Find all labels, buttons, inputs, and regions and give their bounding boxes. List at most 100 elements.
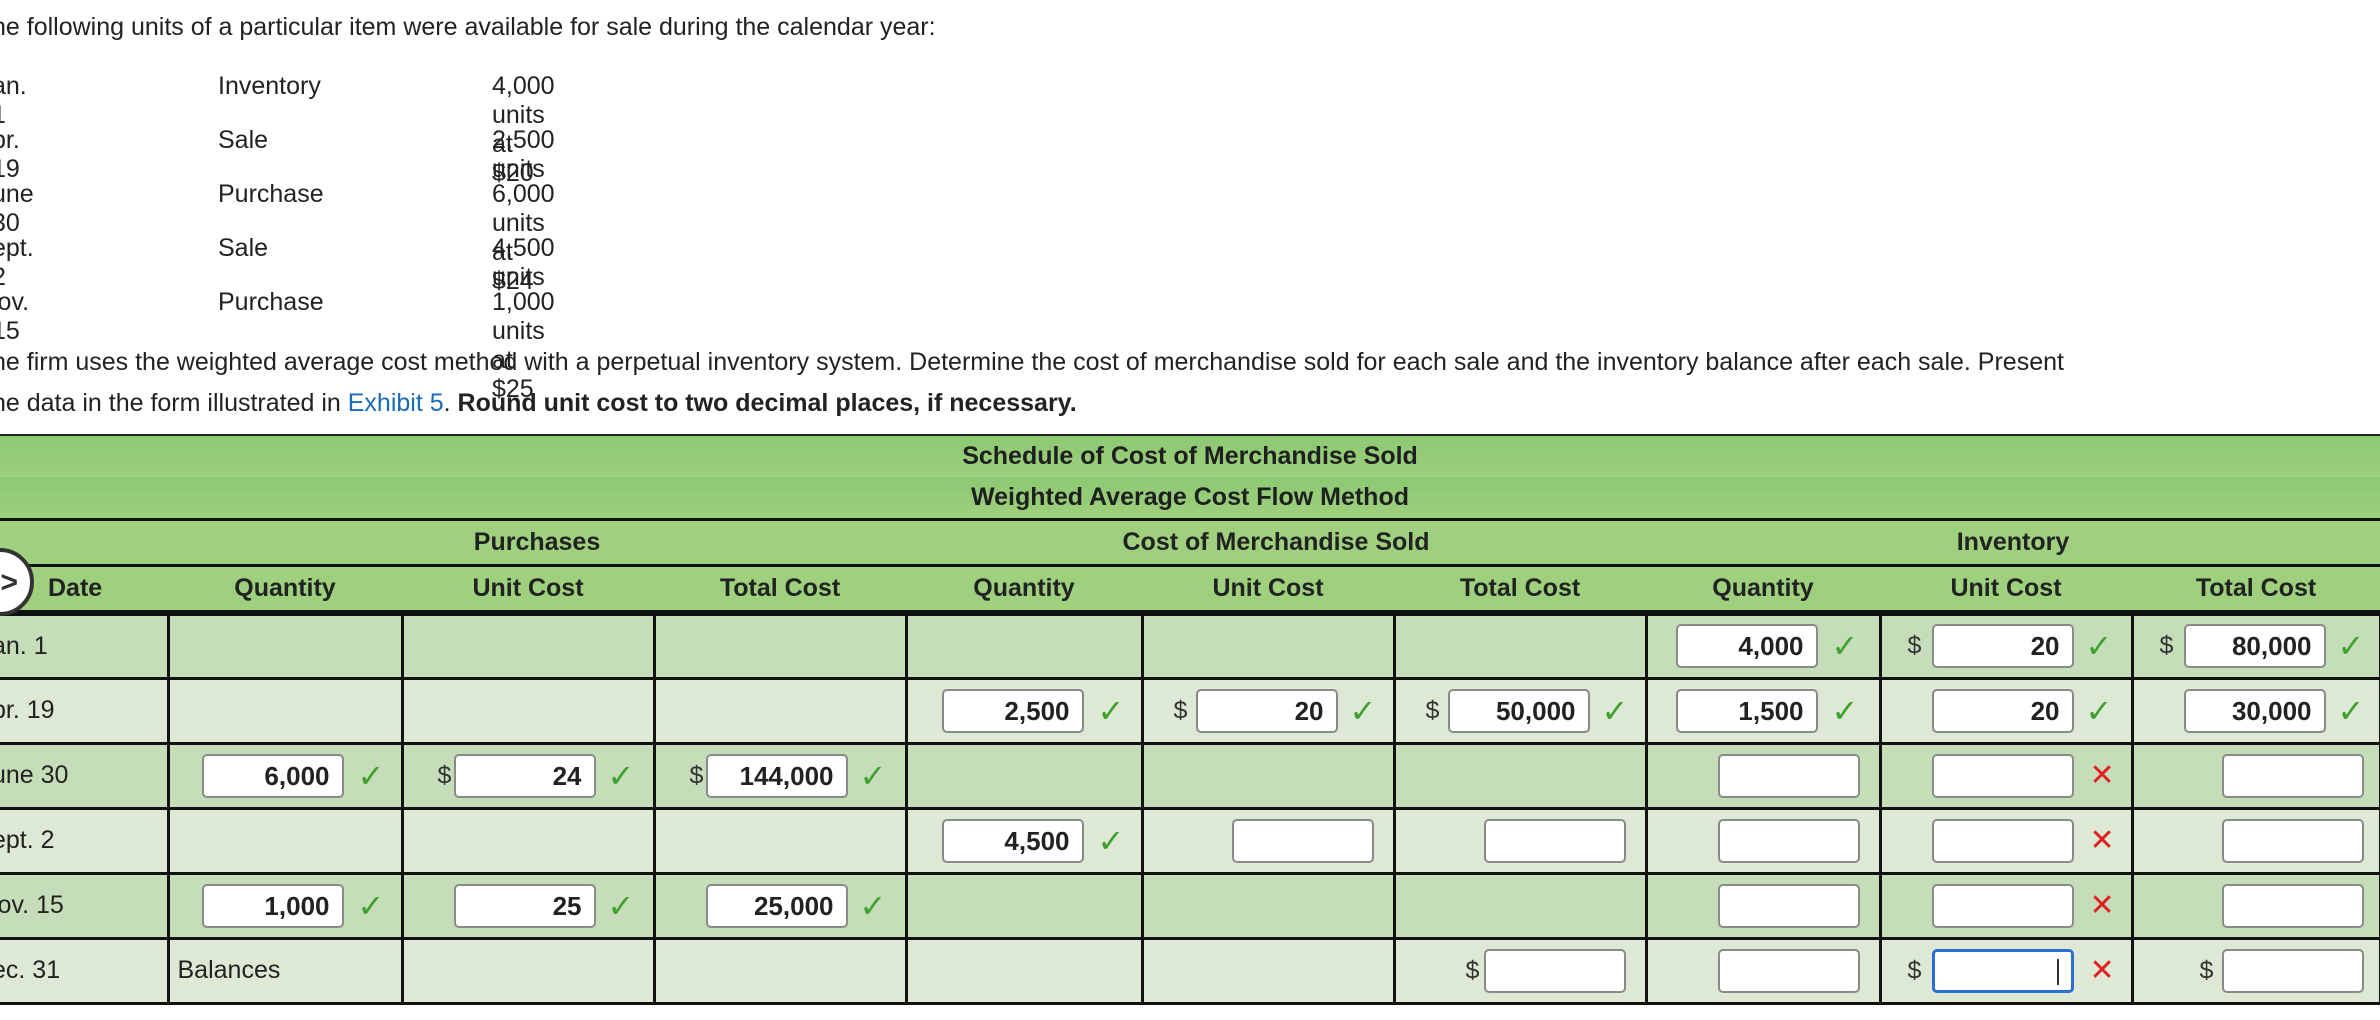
instructions-line2: he data in the form illustrated in Exhib… xyxy=(0,383,2292,424)
cogs-quantity-input[interactable]: 2,500 xyxy=(941,688,1084,733)
table-row: an. 1 4,000 ✓ $ 20 ✓ $ 80,000 ✓ xyxy=(0,613,2380,680)
instructions-line1: he firm uses the weighted average cost m… xyxy=(0,348,2064,376)
x-icon: ✕ xyxy=(2089,823,2115,857)
inventory-total-cost-input[interactable] xyxy=(2221,883,2364,928)
purchases-total-cost-input[interactable]: 25,000 xyxy=(705,883,848,928)
col-cogs-quantity: Quantity xyxy=(906,565,1142,616)
cogs-total-cost-input[interactable]: 50,000 xyxy=(1447,688,1590,733)
cogs-unit-cost-input[interactable]: 20 xyxy=(1195,688,1338,733)
instructions-mid: . xyxy=(443,389,458,417)
inventory-total-cost-input[interactable] xyxy=(2221,948,2364,993)
cell-empty xyxy=(402,938,656,1005)
inventory-quantity-input[interactable]: 4,000 xyxy=(1675,624,1818,669)
cell-cogs-unit xyxy=(1142,808,1396,875)
cell-cogs-qty: 2,500 ✓ xyxy=(906,678,1144,745)
cogs-total-cost-input[interactable] xyxy=(1483,818,1626,863)
cogs-unit-cost-input[interactable] xyxy=(1231,818,1374,863)
cell-empty xyxy=(168,613,404,680)
dollar-sign: $ xyxy=(1907,631,1922,660)
inventory-total-cost-input[interactable] xyxy=(2221,753,2364,798)
check-icon: ✓ xyxy=(357,757,385,794)
cell-empty xyxy=(906,938,1144,1005)
inventory-quantity-input[interactable] xyxy=(1717,948,1860,993)
cell-empty xyxy=(1394,613,1648,680)
chevron-right-icon: > xyxy=(0,566,18,599)
cell-inv-unit: $ 20 ✓ xyxy=(1880,613,2134,680)
cell-cogs-total: $ xyxy=(1394,938,1648,1005)
transaction-date: lov. 15 xyxy=(0,288,30,345)
cell-empty xyxy=(1142,743,1396,810)
dollar-sign: $ xyxy=(2199,956,2214,984)
cell-empty xyxy=(654,938,908,1005)
group-inventory: Inventory xyxy=(1646,519,2380,567)
col-inventory-unit-cost: Unit Cost xyxy=(1880,565,2132,616)
purchases-quantity-input[interactable]: 6,000 xyxy=(201,753,344,798)
dollar-sign: $ xyxy=(689,761,704,789)
col-cogs-total-cost: Total Cost xyxy=(1394,565,1646,616)
cell-empty xyxy=(168,678,404,745)
col-purchases-total-cost: Total Cost xyxy=(654,565,906,616)
inventory-total-cost-input[interactable]: 30,000 xyxy=(2183,688,2326,733)
check-icon: ✓ xyxy=(1349,692,1377,729)
cell-cogs-total: $ 50,000 ✓ xyxy=(1394,678,1648,745)
cogs-quantity-input[interactable]: 4,500 xyxy=(941,818,1084,863)
cell-inv-total xyxy=(2132,808,2380,875)
cell-empty xyxy=(1142,613,1396,680)
transaction-type: Sale xyxy=(218,234,269,262)
cell-p-qty: 1,000 ✓ xyxy=(168,873,404,940)
check-icon: ✓ xyxy=(2337,692,2365,729)
cogs-total-cost-input[interactable] xyxy=(1483,948,1626,993)
schedule-title: Schedule of Cost of Merchandise Sold xyxy=(0,434,2380,477)
check-icon: ✓ xyxy=(357,887,385,924)
cell-empty xyxy=(654,678,908,745)
cell-inv-total: $ xyxy=(2132,938,2380,1005)
inventory-unit-cost-input[interactable]: 20 xyxy=(1931,688,2074,733)
inventory-quantity-input[interactable] xyxy=(1717,753,1860,798)
cell-inv-total: $ 80,000 ✓ xyxy=(2132,613,2380,680)
purchases-unit-cost-input[interactable]: 24 xyxy=(453,753,596,798)
exhibit-link[interactable]: Exhibit 5 xyxy=(348,389,444,417)
x-icon: ✕ xyxy=(2089,953,2115,987)
rounding-note: Round unit cost to two decimal places, i… xyxy=(457,389,1077,417)
inventory-unit-cost-input[interactable] xyxy=(1931,818,2074,863)
inventory-total-cost-input[interactable]: 80,000 xyxy=(2183,624,2326,669)
cell-empty xyxy=(906,743,1144,810)
dollar-sign: $ xyxy=(1907,956,1922,984)
inventory-total-cost-input[interactable] xyxy=(2221,818,2364,863)
row-date: lov. 15 xyxy=(0,873,170,940)
inventory-unit-cost-input[interactable] xyxy=(1931,948,2074,993)
inventory-quantity-input[interactable] xyxy=(1717,883,1860,928)
purchases-quantity-input[interactable]: 1,000 xyxy=(201,883,344,928)
transaction-detail: 4,500 units xyxy=(492,234,555,291)
col-purchases-quantity: Quantity xyxy=(168,565,402,616)
transaction-detail: 2,500 units xyxy=(492,126,555,183)
check-icon: ✓ xyxy=(2337,628,2365,665)
inventory-quantity-input[interactable] xyxy=(1717,818,1860,863)
cell-empty xyxy=(1394,743,1648,810)
instructions: he firm uses the weighted average cost m… xyxy=(0,342,2292,424)
transaction-date: ept. 2 xyxy=(0,234,34,291)
cell-p-unit: 25 ✓ xyxy=(402,873,656,940)
cell-inv-qty: 4,000 ✓ xyxy=(1646,613,1882,680)
cell-empty xyxy=(1142,873,1396,940)
inventory-unit-cost-input[interactable]: 20 xyxy=(1931,624,2074,669)
cell-p-qty: 6,000 ✓ xyxy=(168,743,404,810)
check-icon: ✓ xyxy=(2085,692,2113,729)
col-purchases-unit-cost: Unit Cost xyxy=(402,565,654,616)
group-purchases: Purchases xyxy=(168,519,906,567)
inventory-unit-cost-input[interactable] xyxy=(1931,883,2074,928)
cell-inv-unit: ✕ xyxy=(1880,743,2134,810)
check-icon: ✓ xyxy=(859,887,887,924)
inventory-unit-cost-input[interactable] xyxy=(1931,753,2074,798)
inventory-quantity-input[interactable]: 1,500 xyxy=(1675,688,1818,733)
purchases-total-cost-input[interactable]: 144,000 xyxy=(705,753,848,798)
cell-inv-qty: 1,500 ✓ xyxy=(1646,678,1882,745)
dollar-sign: $ xyxy=(1173,696,1188,724)
cell-cogs-total xyxy=(1394,808,1648,875)
purchases-unit-cost-input[interactable]: 25 xyxy=(453,883,596,928)
cell-inv-unit: ✕ xyxy=(1880,808,2134,875)
schedule-table: Schedule of Cost of Merchandise Sold Wei… xyxy=(0,434,2380,1005)
cell-empty xyxy=(402,678,656,745)
dollar-sign: $ xyxy=(1425,696,1440,724)
dollar-sign: $ xyxy=(437,761,452,789)
